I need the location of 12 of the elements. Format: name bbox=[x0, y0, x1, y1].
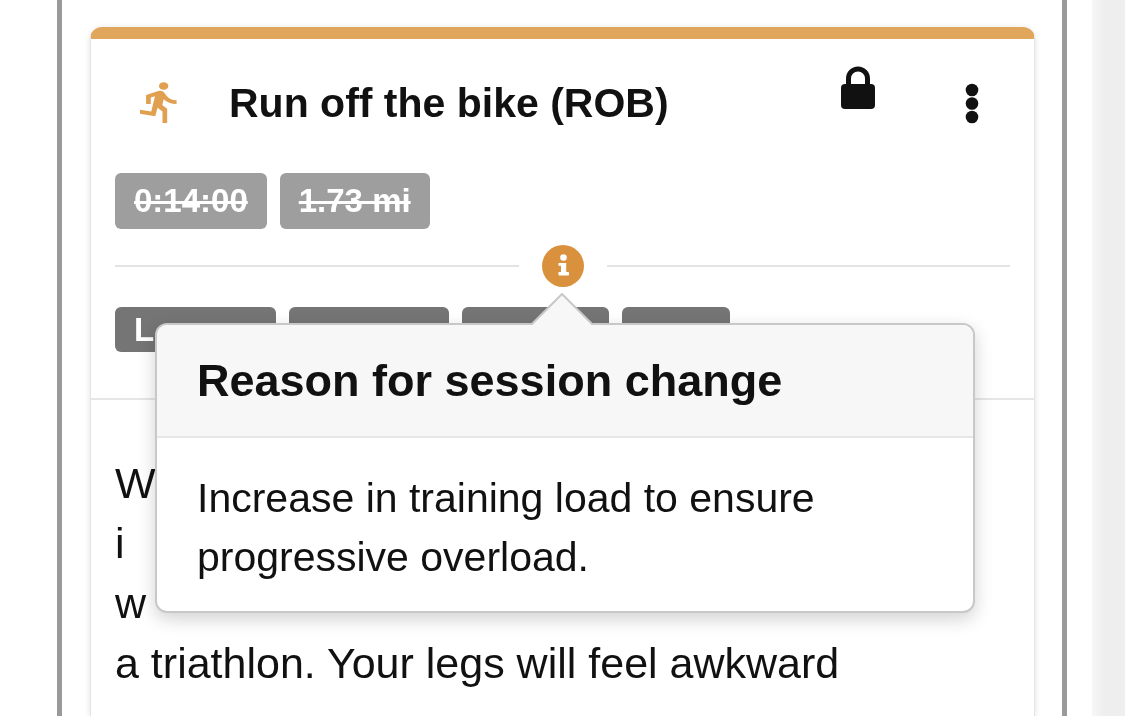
description-text: i bbox=[115, 518, 125, 569]
popover-title: Reason for session change bbox=[197, 354, 783, 407]
description-text: W bbox=[115, 458, 156, 509]
target-tag: 1.73 mi bbox=[279, 173, 430, 229]
info-icon[interactable] bbox=[541, 245, 584, 287]
session-title: Run off the bike (ROB) bbox=[229, 79, 670, 127]
description-text: w bbox=[115, 578, 147, 629]
target-tag: 0:14:00 bbox=[115, 173, 267, 229]
more-icon bbox=[965, 82, 979, 124]
popover-text: Increase in training load to ensure progressive overload. bbox=[197, 474, 816, 582]
running-person-icon bbox=[140, 82, 178, 124]
description-text: a triathlon. Your legs will feel awkward bbox=[115, 638, 840, 689]
